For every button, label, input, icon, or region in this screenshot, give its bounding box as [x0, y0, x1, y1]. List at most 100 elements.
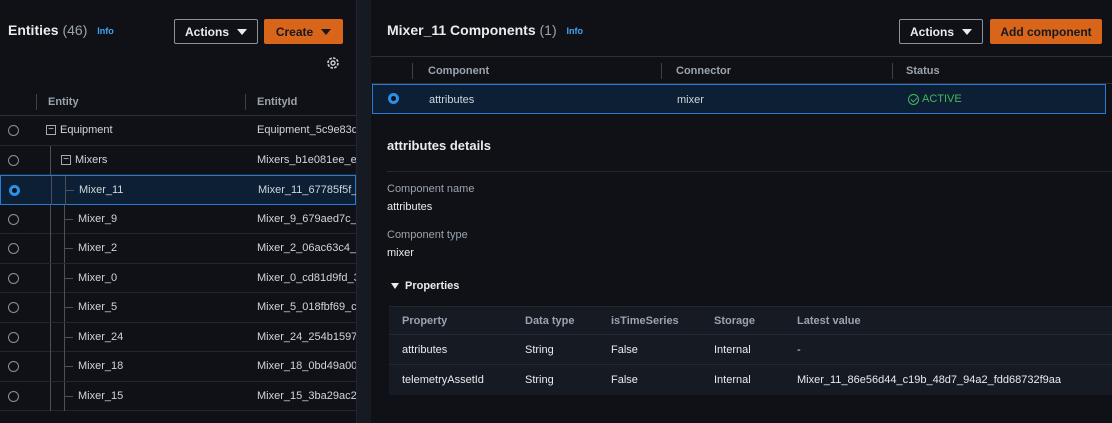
property-row: attributes String False Internal - — [389, 335, 1112, 365]
row-radio[interactable] — [8, 125, 19, 136]
column-entityid[interactable]: EntityId — [257, 96, 297, 108]
tree-guide — [50, 293, 51, 322]
property-cell-latest-value: - — [797, 344, 801, 356]
tree-guide — [50, 263, 51, 293]
entity-name: Mixer_15 — [78, 389, 124, 402]
check-circle-icon — [908, 93, 919, 105]
row-radio[interactable] — [8, 213, 19, 225]
row-radio[interactable] — [8, 243, 19, 254]
tree-guide — [65, 218, 73, 220]
column-entity[interactable]: Entity — [48, 96, 79, 108]
entity-name: Mixer_9 — [78, 212, 118, 225]
tree-guide — [51, 176, 52, 205]
component-name-label: Component name — [387, 183, 475, 195]
panel-resize-handle[interactable] — [357, 0, 371, 423]
tree-guide — [50, 234, 51, 263]
table-row[interactable]: Mixer_5 Mixer_5_018fbf69_c0 — [0, 293, 356, 323]
components-table: Component Connector Status attributes mi… — [371, 56, 1112, 114]
table-row[interactable]: Mixer_0 Mixer_0_cd81d9fd_3 — [0, 263, 357, 293]
row-radio[interactable] — [8, 302, 19, 313]
entities-header: Entities (46) Info Actions Create — [0, 0, 356, 80]
entities-info-link[interactable]: Info — [97, 26, 114, 36]
entity-id: Mixers_b1e081ee_e6 — [257, 153, 357, 166]
column-component[interactable]: Component — [428, 65, 489, 77]
entities-actions-button[interactable]: Actions — [174, 19, 258, 44]
entity-name: Mixer_11 — [79, 184, 124, 196]
table-row[interactable]: Mixer_24 Mixer_24_254b1597_ — [0, 322, 357, 352]
column-connector[interactable]: Connector — [676, 65, 731, 77]
components-title: Mixer_11 Components (1) Info — [387, 22, 584, 38]
entity-id: Mixer_11_67785f5f_ — [258, 184, 357, 196]
entities-panel: Entities (46) Info Actions Create Entity… — [0, 0, 357, 423]
components-info-link[interactable]: Info — [567, 26, 584, 36]
table-row[interactable]: Mixer_2 Mixer_2_06ac63c4_d — [0, 234, 356, 264]
row-radio[interactable] — [9, 185, 20, 196]
row-radio[interactable] — [8, 390, 19, 402]
column-status[interactable]: Status — [906, 65, 940, 77]
status-badge: ACTIVE — [908, 93, 962, 105]
component-name-value: attributes — [387, 201, 433, 213]
column-storage: Storage — [714, 315, 755, 327]
row-radio[interactable] — [8, 154, 19, 166]
entity-name: Mixers — [75, 153, 108, 166]
entity-id: Equipment_5c9e83d2 — [257, 124, 357, 136]
entities-title: Entities (46) Info — [8, 22, 114, 38]
column-data-type: Data type — [525, 315, 575, 327]
gear-icon[interactable] — [325, 55, 341, 71]
column-istimeseries: isTimeSeries — [611, 315, 679, 327]
row-radio[interactable] — [8, 272, 19, 284]
entity-id: Mixer_2_06ac63c4_d — [257, 242, 357, 254]
table-row[interactable]: Mixer_11 Mixer_11_67785f5f_ — [0, 175, 356, 205]
add-component-button[interactable]: Add component — [990, 19, 1102, 44]
entity-id: Mixer_0_cd81d9fd_3 — [257, 271, 357, 284]
entities-table: Entity EntityId − Equipment Equipment_5c9e… — [0, 88, 356, 411]
tree-guide — [65, 248, 73, 249]
entities-count: (46) — [62, 22, 88, 38]
entity-id: Mixer_18_0bd49a00_ — [257, 360, 357, 372]
column-property: Property — [402, 315, 448, 327]
property-cell-data-type: String — [525, 374, 554, 386]
component-type-value: mixer — [387, 247, 414, 259]
row-radio[interactable] — [8, 361, 19, 372]
tree-guide — [50, 352, 51, 381]
table-row[interactable]: Mixer_15 Mixer_15_3ba29ac2_ — [0, 381, 357, 411]
table-row[interactable]: Mixer_9 Mixer_9_679aed7c_9 — [0, 204, 356, 234]
tree-guide — [50, 204, 51, 234]
property-cell-storage: Internal — [714, 374, 751, 386]
details-title: attributes details — [387, 138, 492, 153]
column-latest-value: Latest value — [797, 315, 861, 327]
entity-id: Mixer_24_254b1597_ — [257, 330, 357, 343]
collapse-icon[interactable]: − — [61, 154, 71, 165]
create-button[interactable]: Create — [264, 19, 343, 44]
tree-guide — [65, 336, 73, 338]
tree-guide — [50, 322, 51, 352]
entity-name: Mixer_24 — [78, 330, 124, 343]
component-row[interactable]: attributes mixer ACTIVE — [372, 84, 1106, 114]
property-cell-is-time-series: False — [611, 374, 638, 386]
components-panel: Mixer_11 Components (1) Info Actions Add… — [371, 0, 1112, 423]
entity-id: Mixer_15_3ba29ac2_ — [257, 389, 357, 402]
component-name: attributes — [429, 94, 475, 106]
table-row[interactable]: − Equipment Equipment_5c9e83d2 — [0, 116, 356, 146]
properties-table-header: Property Data type isTimeSeries Storage … — [389, 307, 1112, 335]
property-row: telemetryAssetId String False Internal Mixer… — [389, 365, 1112, 395]
entity-name: Equipment — [60, 124, 113, 136]
properties-toggle[interactable]: Properties — [391, 280, 459, 292]
tree-guide — [66, 190, 74, 191]
property-cell-latest-value: Mixer_11_86e56d44_c19b_48d7_94a2_fdd6873… — [797, 374, 1062, 386]
tree-guide — [50, 381, 51, 411]
table-row[interactable]: Mixer_18 Mixer_18_0bd49a00_ — [0, 352, 356, 382]
tree-guide — [65, 395, 73, 397]
components-actions-button[interactable]: Actions — [899, 19, 983, 44]
triangle-down-icon — [391, 283, 399, 289]
component-radio[interactable] — [388, 93, 399, 104]
row-radio[interactable] — [8, 331, 19, 343]
properties-table-body: attributes String False Internal - telemetryA… — [389, 335, 1112, 395]
components-count: (1) — [539, 22, 557, 38]
entity-name: Mixer_5 — [78, 301, 118, 313]
table-row[interactable]: − Mixers Mixers_b1e081ee_e6 — [0, 145, 357, 175]
collapse-icon[interactable]: − — [46, 125, 56, 135]
property-cell-storage: Internal — [714, 344, 751, 356]
caret-down-icon — [321, 28, 332, 35]
property-cell-property: attributes — [402, 344, 448, 356]
